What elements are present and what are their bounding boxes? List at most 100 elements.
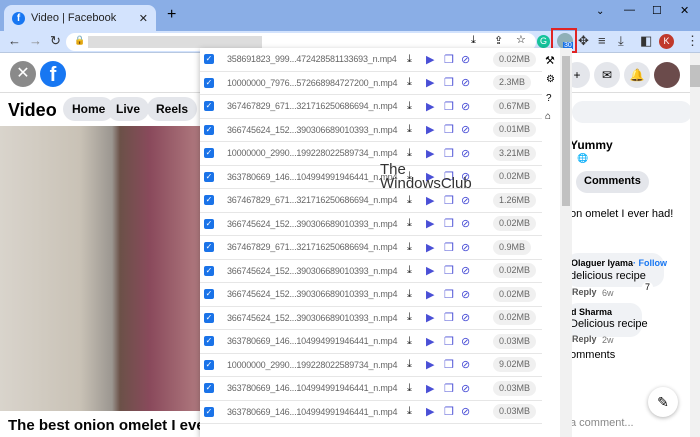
reading-list-icon[interactable]: ≡ — [598, 33, 606, 48]
select-checkbox[interactable]: ✓ — [204, 77, 214, 88]
reply-link[interactable]: Reply — [572, 287, 597, 297]
select-checkbox[interactable]: ✓ — [204, 265, 214, 276]
select-checkbox[interactable]: ✓ — [204, 171, 214, 182]
download-icon[interactable]: ⤓ — [407, 100, 412, 113]
block-icon[interactable]: ⊘ — [461, 123, 470, 136]
user-avatar[interactable] — [654, 62, 680, 88]
video-player[interactable] — [0, 126, 200, 411]
download-icon[interactable]: ⤓ — [407, 217, 412, 230]
block-icon[interactable]: ⊘ — [461, 288, 470, 301]
help-icon[interactable]: ? — [546, 93, 552, 104]
tab-search-icon[interactable]: ⌄ — [596, 6, 604, 17]
search-bar[interactable] — [572, 101, 692, 123]
download-icon[interactable]: ⤓ — [407, 288, 412, 301]
select-checkbox[interactable]: ✓ — [204, 54, 214, 65]
download-icon[interactable]: ⤓ — [407, 123, 412, 136]
play-icon[interactable]: ▶ — [426, 264, 434, 277]
copy-icon[interactable]: ❐ — [444, 123, 454, 136]
select-checkbox[interactable]: ✓ — [204, 242, 214, 253]
play-icon[interactable]: ▶ — [426, 194, 434, 207]
download-icon[interactable]: ⤓ — [407, 405, 412, 418]
extensions-puzzle-icon[interactable]: ✥ — [578, 33, 589, 49]
block-icon[interactable]: ⊘ — [461, 264, 470, 277]
play-icon[interactable]: ▶ — [426, 147, 434, 160]
select-checkbox[interactable]: ✓ — [204, 406, 214, 417]
select-checkbox[interactable]: ✓ — [204, 218, 214, 229]
select-checkbox[interactable]: ✓ — [204, 124, 214, 135]
select-checkbox[interactable]: ✓ — [204, 148, 214, 159]
page-scrollbar[interactable] — [690, 53, 700, 437]
block-icon[interactable]: ⊘ — [461, 405, 470, 418]
download-icon[interactable]: ⤓ — [407, 76, 412, 89]
download-icon[interactable]: ⤓ — [407, 382, 412, 395]
popup-scrollbar[interactable] — [560, 48, 572, 437]
share-icon[interactable]: ⇪ — [494, 34, 503, 47]
downloads-icon[interactable]: ⤓ — [618, 33, 624, 49]
block-icon[interactable]: ⊘ — [461, 100, 470, 113]
copy-icon[interactable]: ❐ — [444, 100, 454, 113]
notifications-bell-icon[interactable]: 🔔 — [624, 62, 650, 88]
download-icon[interactable]: ⤓ — [407, 241, 412, 254]
select-checkbox[interactable]: ✓ — [204, 289, 214, 300]
follow-link[interactable]: · Follow — [633, 258, 667, 268]
block-icon[interactable]: ⊘ — [461, 241, 470, 254]
new-message-icon[interactable]: ✎ — [648, 387, 678, 417]
bookmark-star-icon[interactable]: ☆ — [516, 33, 526, 46]
install-icon[interactable]: ⤓ — [471, 34, 476, 47]
select-checkbox[interactable]: ✓ — [204, 383, 214, 394]
comment-input[interactable]: a comment... — [570, 417, 634, 429]
download-icon[interactable]: ⤓ — [407, 311, 412, 324]
block-icon[interactable]: ⊘ — [461, 335, 470, 348]
copy-icon[interactable]: ❐ — [444, 264, 454, 277]
comment-author[interactable]: d Sharma — [571, 307, 612, 317]
copy-icon[interactable]: ❐ — [444, 53, 454, 66]
copy-icon[interactable]: ❐ — [444, 241, 454, 254]
copy-icon[interactable]: ❐ — [444, 194, 454, 207]
download-icon[interactable]: ⤓ — [407, 358, 412, 371]
download-icon[interactable]: ⤓ — [407, 147, 412, 160]
copy-icon[interactable]: ❐ — [444, 311, 454, 324]
copy-icon[interactable]: ❐ — [444, 217, 454, 230]
select-checkbox[interactable]: ✓ — [204, 336, 214, 347]
block-icon[interactable]: ⊘ — [461, 382, 470, 395]
reply-link[interactable]: Reply — [572, 334, 597, 344]
facebook-logo[interactable]: f — [40, 61, 66, 87]
play-icon[interactable]: ▶ — [426, 382, 434, 395]
play-icon[interactable]: ▶ — [426, 358, 434, 371]
copy-icon[interactable]: ❐ — [444, 288, 454, 301]
copy-icon[interactable]: ❐ — [444, 335, 454, 348]
download-icon[interactable]: ⤓ — [407, 53, 412, 66]
download-icon[interactable]: ⤓ — [407, 335, 412, 348]
grammarly-icon[interactable]: G — [537, 35, 550, 48]
select-checkbox[interactable]: ✓ — [204, 359, 214, 370]
side-panel-icon[interactable]: ◧ — [640, 33, 652, 49]
copy-icon[interactable]: ❐ — [444, 405, 454, 418]
close-window-button[interactable]: ✕ — [680, 4, 689, 17]
play-icon[interactable]: ▶ — [426, 217, 434, 230]
play-icon[interactable]: ▶ — [426, 405, 434, 418]
minimize-button[interactable]: — — [624, 4, 635, 16]
download-icon[interactable]: ⤓ — [407, 194, 412, 207]
block-icon[interactable]: ⊘ — [461, 194, 470, 207]
play-icon[interactable]: ▶ — [426, 241, 434, 254]
copy-icon[interactable]: ❐ — [444, 76, 454, 89]
play-icon[interactable]: ▶ — [426, 100, 434, 113]
block-icon[interactable]: ⊘ — [461, 76, 470, 89]
block-icon[interactable]: ⊘ — [461, 147, 470, 160]
menu-icon[interactable]: ⋮ — [686, 33, 699, 49]
view-more-comments[interactable]: omments — [570, 349, 615, 361]
back-icon[interactable]: ← — [8, 33, 21, 48]
profile-avatar[interactable]: K — [659, 34, 674, 49]
close-video-button[interactable]: ✕ — [10, 61, 36, 87]
tools-icon[interactable]: ⚒ — [545, 54, 555, 67]
copy-icon[interactable]: ❐ — [444, 358, 454, 371]
select-checkbox[interactable]: ✓ — [204, 195, 214, 206]
block-icon[interactable]: ⊘ — [461, 311, 470, 324]
home-icon[interactable]: ⌂ — [545, 111, 551, 122]
play-icon[interactable]: ▶ — [426, 123, 434, 136]
new-tab-button[interactable]: + — [167, 6, 176, 24]
block-icon[interactable]: ⊘ — [461, 53, 470, 66]
settings-gear-icon[interactable]: ⚙ — [546, 74, 555, 85]
copy-icon[interactable]: ❐ — [444, 147, 454, 160]
select-checkbox[interactable]: ✓ — [204, 312, 214, 323]
